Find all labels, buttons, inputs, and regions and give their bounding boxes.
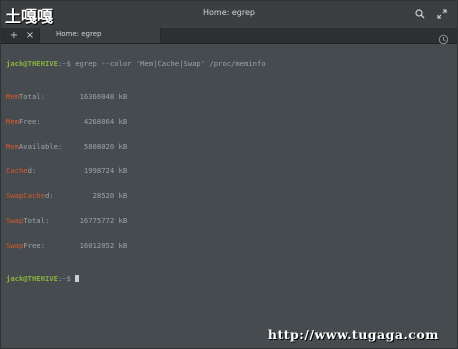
prompt-symbol: $ — [66, 274, 76, 284]
terminal-window: 土嘎嘎 Home: egrep + × Home: egrep jack@THE… — [0, 0, 458, 349]
row-label: Total: — [23, 216, 50, 226]
row-value: 16366048 kB — [79, 91, 128, 101]
maximize-icon — [437, 9, 447, 19]
row-label: Total: — [18, 91, 45, 101]
prompt-user-host: jack@THEHIVE — [6, 58, 58, 68]
row-value: 4268064 kB — [83, 116, 128, 126]
plus-icon: + — [9, 30, 19, 41]
row-label: Free: — [23, 241, 45, 251]
text-cursor — [75, 275, 80, 283]
match-key: Mem — [6, 141, 19, 151]
command-line: jack@THEHIVE:~$ egrep --color 'Mem|Cache… — [6, 58, 452, 68]
row-label: Free: — [18, 116, 41, 126]
prompt-symbol: $ — [66, 58, 76, 68]
tab-bar: + × Home: egrep — [1, 28, 457, 45]
row-value: 1998724 kB — [83, 166, 128, 176]
search-button[interactable] — [413, 7, 427, 21]
output-row: MemAvailable: 5808020 kB — [6, 141, 452, 151]
title-bar: 土嘎嘎 Home: egrep — [1, 1, 457, 29]
new-tab-button[interactable]: + — [7, 29, 21, 42]
history-button[interactable] — [438, 30, 449, 45]
output-row: SwapTotal: 16775772 kB — [6, 217, 452, 225]
match-key: SwapCache — [6, 191, 45, 201]
output-row: Cached: 1998724 kB — [6, 167, 452, 175]
match-key: Cache — [6, 166, 28, 176]
match-key: Swap — [6, 216, 24, 226]
output-row: MemFree: 4268064 kB — [6, 116, 452, 126]
match-key: Swap — [6, 241, 24, 251]
row-value: 16012052 kB — [79, 241, 128, 251]
command-text: egrep --color 'Mem|Cache|Swap' /proc/mem… — [75, 58, 266, 68]
output-row: SwapFree: 16012052 kB — [6, 241, 452, 251]
row-value: 16775772 kB — [79, 216, 128, 226]
terminal-output[interactable]: jack@THEHIVE:~$ egrep --color 'Mem|Cache… — [6, 43, 452, 300]
window-title: Home: egrep — [203, 8, 255, 17]
close-icon: × — [25, 30, 35, 41]
search-icon — [415, 9, 425, 19]
match-key: Mem — [6, 91, 19, 101]
tab-home-egrep[interactable]: Home: egrep — [39, 28, 161, 43]
final-prompt-line: jack@THEHIVE:~$ — [6, 275, 452, 283]
output-row: SwapCached: 28520 kB — [6, 192, 452, 200]
row-value: 28520 kB — [92, 191, 128, 201]
prompt-user-host: jack@THEHIVE — [6, 274, 58, 284]
tab-label: Home: egrep — [56, 30, 102, 38]
match-key: Mem — [6, 116, 19, 126]
row-label: Available: — [18, 141, 63, 151]
maximize-button[interactable] — [435, 7, 449, 21]
watermark-bottom: http://www.tugaga.com — [267, 327, 439, 342]
row-label: d: — [44, 191, 54, 201]
close-tab-button[interactable]: × — [23, 29, 37, 42]
row-label: d: — [27, 166, 37, 176]
output-row: MemTotal: 16366048 kB — [6, 91, 452, 101]
row-value: 5808020 kB — [83, 141, 128, 151]
